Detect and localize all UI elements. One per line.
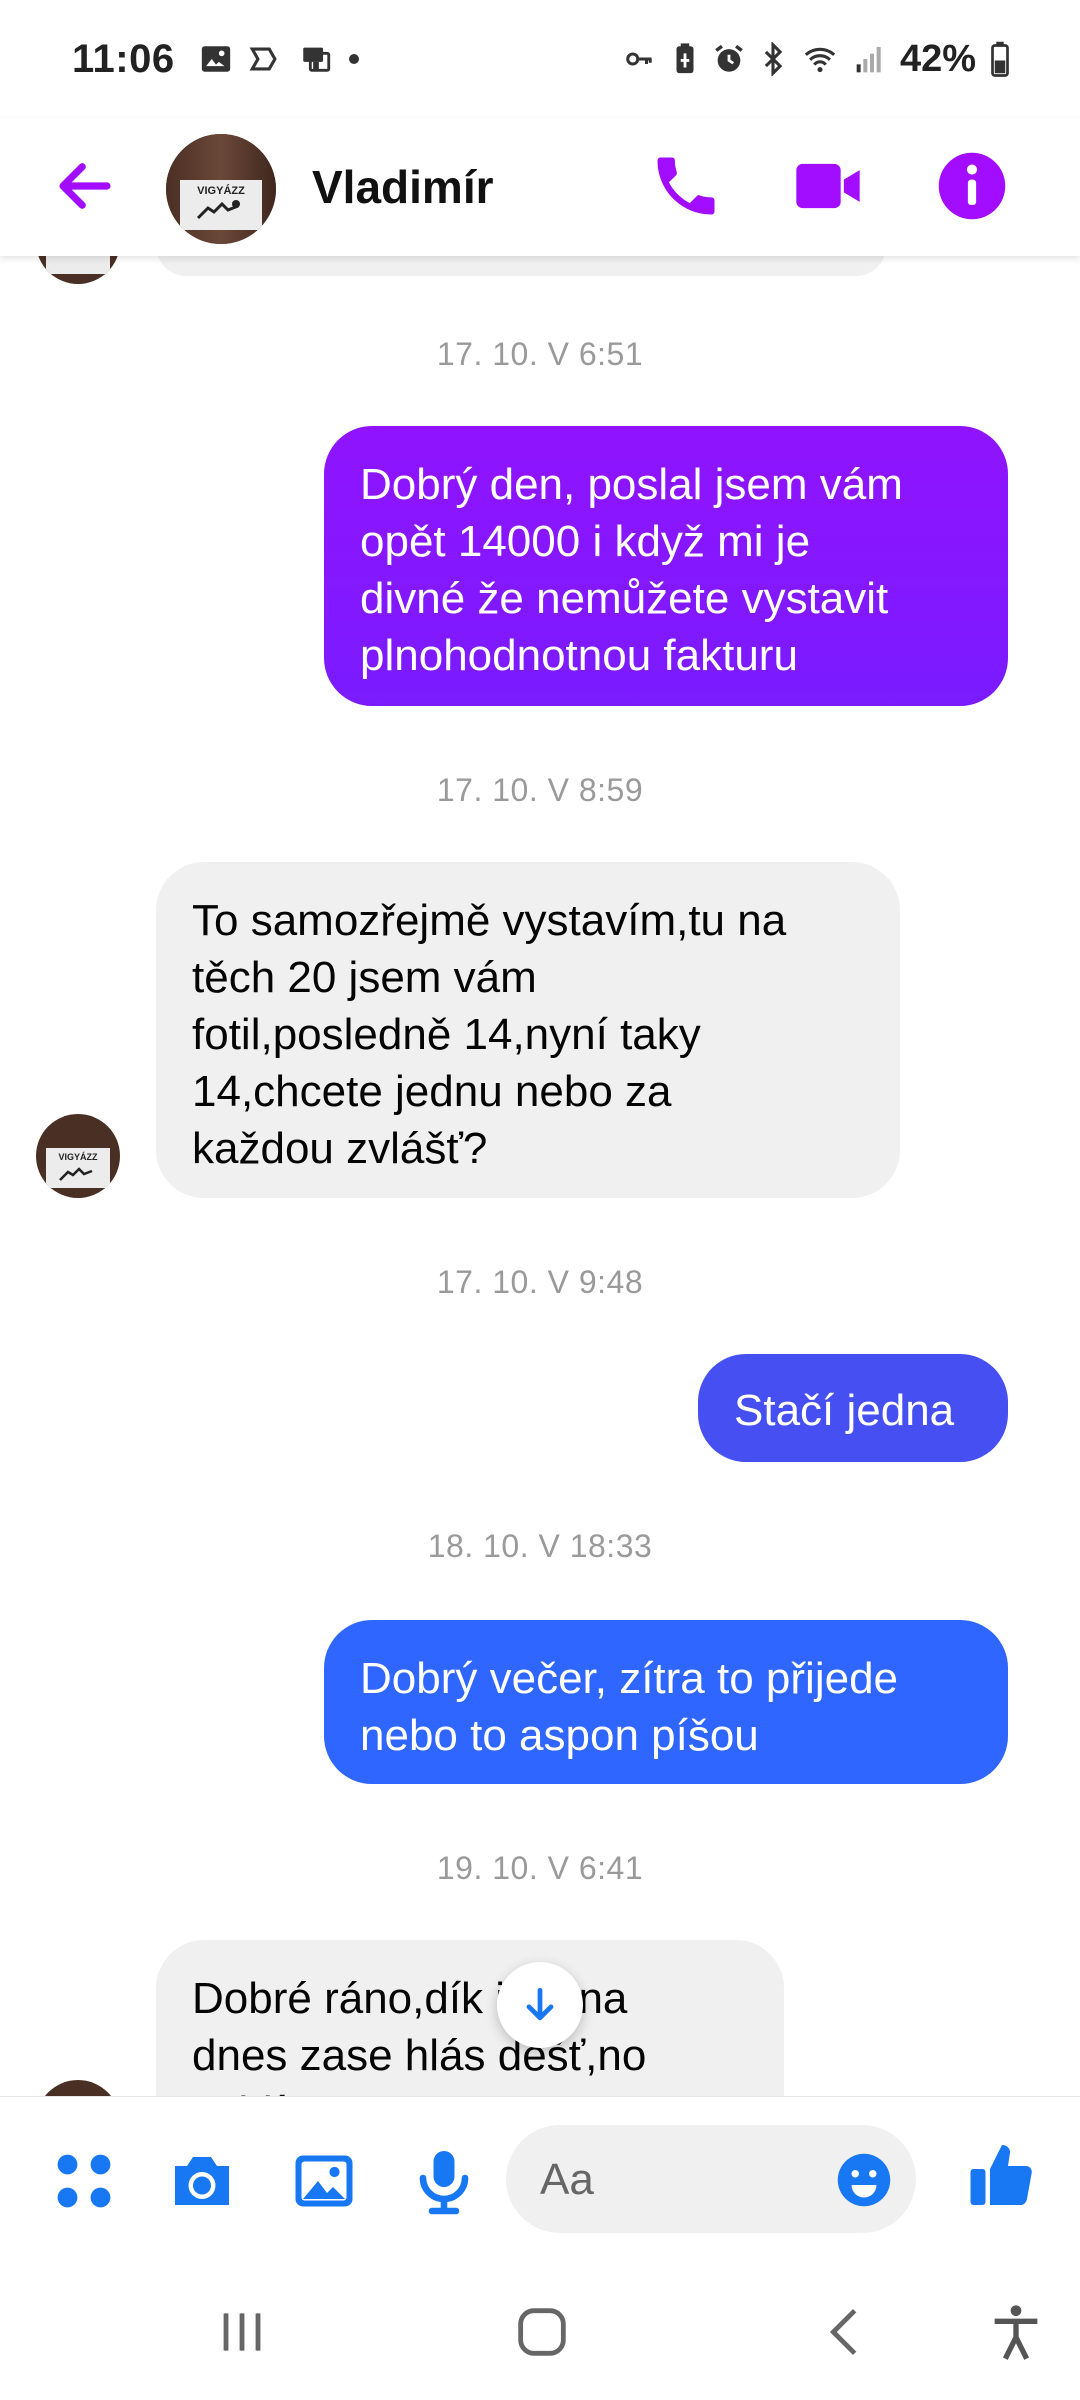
message-input[interactable]: Aa bbox=[506, 2125, 916, 2233]
message-line: každou zvlášť? bbox=[192, 1124, 488, 1173]
key-icon bbox=[626, 52, 652, 66]
contact-name[interactable]: Vladimír bbox=[312, 160, 494, 214]
battery-percentage: 42% bbox=[899, 37, 976, 80]
bluetooth-icon bbox=[764, 42, 783, 76]
nfc-icon bbox=[302, 47, 330, 72]
accessibility-icon[interactable] bbox=[984, 2300, 1048, 2364]
alarm-icon bbox=[715, 44, 743, 72]
incoming-message-bubble[interactable]: Dobré ráno,dík info,na dnes zase hlás dě… bbox=[156, 1940, 784, 2096]
back-arrow-icon[interactable] bbox=[52, 153, 118, 219]
message-line: Dobré ráno,dík info,na bbox=[192, 1974, 628, 2023]
svg-text:VIGYÁZZ: VIGYÁZZ bbox=[197, 184, 245, 197]
message-line: Stačí jedna bbox=[734, 1386, 955, 1435]
svg-text:VIGYÁZZ: VIGYÁZZ bbox=[58, 1152, 98, 1162]
arrow-down-icon bbox=[526, 1987, 554, 2021]
home-icon[interactable] bbox=[510, 2300, 574, 2364]
message-line: dnes zase hlás děšť,no bbox=[192, 2031, 647, 2080]
message-input-placeholder: Aa bbox=[540, 2155, 594, 2204]
timestamp: 17. 10. V 6:51 bbox=[436, 336, 644, 372]
system-navigation-bar bbox=[0, 2264, 1080, 2400]
message-line: divné že nemůžete vystavit bbox=[360, 574, 889, 623]
phone-icon[interactable] bbox=[648, 148, 724, 224]
message-line: opět 14000 i když mi je bbox=[360, 517, 811, 566]
battery-saver-icon bbox=[676, 43, 694, 74]
apps-icon[interactable] bbox=[48, 2145, 120, 2217]
message-composer: Aa bbox=[0, 2096, 1080, 2264]
tv-icon bbox=[249, 47, 277, 71]
contact-avatar-small[interactable]: VIGYÁZZ bbox=[36, 1114, 120, 1198]
message-line: nebo to aspon píšou bbox=[360, 1711, 759, 1760]
recent-apps-icon[interactable] bbox=[210, 2300, 274, 2364]
notification-dot bbox=[348, 54, 359, 64]
incoming-message-bubble[interactable]: To samozřejmě vystavím,tu na těch 20 jse… bbox=[156, 862, 900, 1198]
scroll-to-bottom-button[interactable] bbox=[497, 1962, 583, 2048]
contact-avatar-small bbox=[36, 256, 120, 284]
message-line: Dobrý večer, zítra to přijede bbox=[360, 1654, 899, 1703]
timestamp: 17. 10. V 8:59 bbox=[436, 772, 644, 808]
message-line: To samozřejmě vystavím,tu na bbox=[192, 896, 787, 945]
outgoing-message-bubble[interactable]: Stačí jedna bbox=[698, 1354, 1008, 1462]
message-line: plnohodnotnou fakturu bbox=[360, 631, 798, 680]
image-icon[interactable] bbox=[288, 2145, 360, 2217]
thumbs-up-icon[interactable] bbox=[966, 2139, 1038, 2211]
info-icon[interactable] bbox=[934, 148, 1010, 224]
wifi-icon bbox=[804, 47, 836, 73]
back-icon[interactable] bbox=[812, 2300, 876, 2364]
status-bar: 11:06 42% bbox=[0, 0, 1080, 118]
message-line: těch 20 jsem vám bbox=[192, 953, 537, 1002]
message-line: fotil,posledně 14,nyní taky bbox=[192, 1010, 701, 1059]
emoji-icon[interactable] bbox=[834, 2150, 894, 2210]
microphone-icon[interactable] bbox=[408, 2145, 480, 2217]
contact-avatar[interactable]: VIGYÁZZ bbox=[166, 134, 276, 244]
timestamp: 17. 10. V 9:48 bbox=[436, 1264, 644, 1300]
timestamp: 18. 10. V 18:33 bbox=[427, 1528, 653, 1564]
previous-message-bubble bbox=[156, 256, 886, 276]
timestamp: 19. 10. V 6:41 bbox=[436, 1850, 644, 1886]
message-line: uvidí bbox=[192, 2084, 748, 2096]
outgoing-message-bubble[interactable]: Dobrý večer, zítra to přijede nebo to as… bbox=[324, 1620, 1008, 1784]
status-time: 11:06 bbox=[72, 36, 175, 81]
video-icon[interactable] bbox=[790, 148, 866, 224]
battery-icon bbox=[991, 41, 1009, 77]
gallery-icon bbox=[201, 46, 230, 72]
signal-icon bbox=[856, 47, 881, 73]
message-line: 14,chcete jednu nebo za bbox=[192, 1067, 672, 1116]
outgoing-message-bubble[interactable]: Dobrý den, poslal jsem vám opět 14000 i … bbox=[324, 426, 1008, 706]
message-line: Dobrý den, poslal jsem vám bbox=[360, 460, 903, 509]
conversation-header: VIGYÁZZ Vladimír bbox=[0, 118, 1080, 256]
contact-avatar-small[interactable] bbox=[36, 2080, 120, 2096]
message-list[interactable]: 17. 10. V 6:51 Dobrý den, poslal jsem vá… bbox=[0, 256, 1080, 2096]
camera-icon[interactable] bbox=[166, 2145, 238, 2217]
